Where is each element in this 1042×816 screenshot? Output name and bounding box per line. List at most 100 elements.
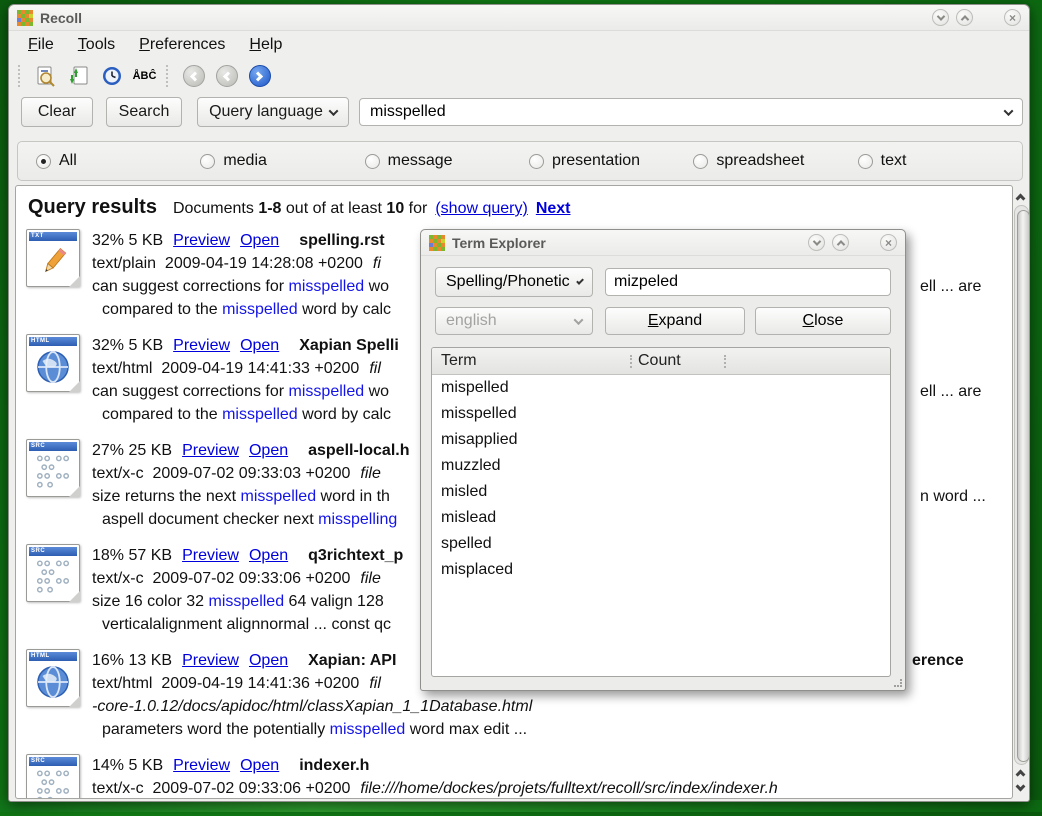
main-titlebar[interactable]: Recoll × — [9, 5, 1029, 31]
preview-link[interactable]: Preview — [182, 442, 239, 459]
language-dropdown[interactable]: english — [435, 307, 593, 335]
next-page-link[interactable]: Next — [536, 200, 571, 218]
open-link[interactable]: Open — [240, 232, 279, 249]
maximize-button[interactable] — [956, 9, 973, 26]
result-title-line: 32% 5 KB Preview Open Xapian Spelli — [92, 334, 399, 357]
file-type-badge: TXT — [29, 232, 77, 241]
dialog-minimize-button[interactable] — [808, 234, 825, 251]
menu-preferences[interactable]: Preferences — [130, 34, 234, 56]
abstract-fragment: n word ... — [920, 485, 986, 508]
document-type-filters: All media message presentation spreadshe… — [17, 141, 1023, 181]
preview-link[interactable]: Preview — [173, 757, 230, 774]
dialog-maximize-button[interactable] — [832, 234, 849, 251]
result-title: indexer.h — [299, 757, 369, 774]
result-item: SRC14% 5 KBPreviewOpenindexer.htext/x-c … — [26, 754, 1012, 799]
term-row[interactable]: spelled — [432, 531, 890, 557]
expansion-mode-value: Spelling/Phonetic — [446, 273, 570, 291]
next-page-icon[interactable] — [246, 63, 273, 90]
menu-file[interactable]: File — [19, 34, 63, 56]
search-button[interactable]: Search — [106, 97, 182, 127]
filter-radio-presentation[interactable]: presentation — [529, 152, 693, 170]
result-abstract-line: -core-1.0.12/docs/apidoc/html/classXapia… — [92, 695, 532, 718]
query-language-dropdown[interactable]: Query language — [197, 97, 349, 127]
relevance-percent: 32% 5 KB — [92, 337, 163, 354]
result-title-line: 27% 25 KB Preview Open aspell-local.h — [92, 439, 409, 462]
preview-link[interactable]: Preview — [173, 232, 230, 249]
toolbar-grip-2[interactable] — [166, 65, 172, 87]
relevance-percent: 27% 25 KB — [92, 442, 172, 459]
update-index-icon[interactable] — [65, 63, 92, 90]
scroll-up-icon[interactable] — [1016, 770, 1026, 780]
dialog-close-button[interactable]: × — [880, 234, 897, 251]
toolbar-grip[interactable] — [18, 65, 24, 87]
previous-page-icon[interactable] — [213, 63, 240, 90]
term-explorer-abc-icon[interactable]: ÅBĈ — [131, 63, 158, 90]
term-input[interactable] — [605, 268, 891, 296]
term-row[interactable]: misled — [432, 479, 890, 505]
chevron-down-icon — [574, 315, 584, 325]
src-file-icon: SRC — [26, 439, 80, 497]
term-table-header[interactable]: Term Count — [432, 348, 890, 375]
filter-radio-all[interactable]: All — [36, 152, 200, 170]
scrollbar-groove[interactable] — [1014, 205, 1029, 765]
result-abstract-line: compared to the misspelled word by calc — [92, 403, 399, 426]
term-row[interactable]: mispelled — [432, 375, 890, 401]
dialog-titlebar[interactable]: Term Explorer × — [421, 230, 905, 256]
scroll-buttons[interactable] — [1017, 771, 1024, 790]
abstract-fragment: ell ... are — [920, 380, 981, 403]
term-row[interactable]: misplaced — [432, 557, 890, 583]
result-body: 18% 57 KBPreviewOpenq3richtext_ptext/x-c… — [92, 544, 403, 636]
results-scrollbar[interactable] — [1013, 185, 1030, 799]
expansion-mode-dropdown[interactable]: Spelling/Phonetic — [435, 267, 593, 297]
result-title: aspell-local.h — [308, 442, 409, 459]
term-column-header[interactable]: Term — [432, 352, 630, 370]
filter-radio-text[interactable]: text — [858, 152, 1022, 170]
resize-grip[interactable] — [894, 679, 902, 687]
result-abstract-line: can suggest corrections for misspelled w… — [92, 380, 399, 403]
result-title: q3richtext_p — [308, 547, 403, 564]
term-row[interactable]: misspelled — [432, 401, 890, 427]
close-button[interactable]: × — [1004, 9, 1021, 26]
recoll-app-icon — [429, 235, 445, 251]
preview-link[interactable]: Preview — [182, 652, 239, 669]
relevance-percent: 14% 5 KB — [92, 757, 163, 774]
open-link[interactable]: Open — [240, 337, 279, 354]
term-row[interactable]: muzzled — [432, 453, 890, 479]
minimize-button[interactable] — [932, 9, 949, 26]
count-column-header[interactable]: Count — [638, 352, 724, 370]
preview-link[interactable]: Preview — [182, 547, 239, 564]
mime-and-date: text/plain 2009-04-19 14:28:08 +0200 — [92, 255, 363, 272]
show-query-link[interactable]: (show query) — [435, 200, 527, 218]
scroll-down-icon[interactable] — [1016, 782, 1026, 792]
result-abstract-line: compared to the misspelled word by calc — [92, 298, 391, 321]
term-row[interactable]: misapplied — [432, 427, 890, 453]
expand-button[interactable]: Expand — [605, 307, 745, 335]
preview-link[interactable]: Preview — [173, 337, 230, 354]
filter-radio-message[interactable]: message — [365, 152, 529, 170]
search-query-combobox[interactable]: misspelled — [359, 98, 1023, 126]
filter-radio-spreadsheet[interactable]: spreadsheet — [693, 152, 857, 170]
term-row[interactable]: mislead — [432, 505, 890, 531]
dialog-title: Term Explorer — [452, 235, 808, 251]
column-resize-handle[interactable] — [724, 355, 726, 368]
menu-tools[interactable]: Tools — [69, 34, 124, 56]
html-file-icon: HTML — [26, 649, 80, 707]
result-abstract-line: parameters word the potentially misspell… — [92, 718, 532, 741]
history-clock-icon[interactable] — [98, 63, 125, 90]
clear-button[interactable]: Clear — [21, 97, 93, 127]
open-link[interactable]: Open — [249, 547, 288, 564]
menu-help[interactable]: Help — [240, 34, 291, 56]
scrollbar-thumb[interactable] — [1017, 210, 1030, 762]
column-resize-handle[interactable] — [630, 355, 632, 368]
filter-radio-media[interactable]: media — [200, 152, 364, 170]
result-meta-line: text/html 2009-04-19 14:41:33 +0200fil — [92, 357, 399, 380]
pencil-icon — [35, 244, 71, 280]
open-link[interactable]: Open — [249, 652, 288, 669]
first-page-icon[interactable] — [180, 63, 207, 90]
close-dialog-button[interactable]: Close — [755, 307, 891, 335]
open-link[interactable]: Open — [240, 757, 279, 774]
open-link[interactable]: Open — [249, 442, 288, 459]
result-meta-line: text/x-c 2009-07-02 09:33:06 +0200file:/… — [92, 777, 778, 799]
search-document-icon[interactable] — [32, 63, 59, 90]
result-title: Xapian Spelli — [299, 337, 399, 354]
